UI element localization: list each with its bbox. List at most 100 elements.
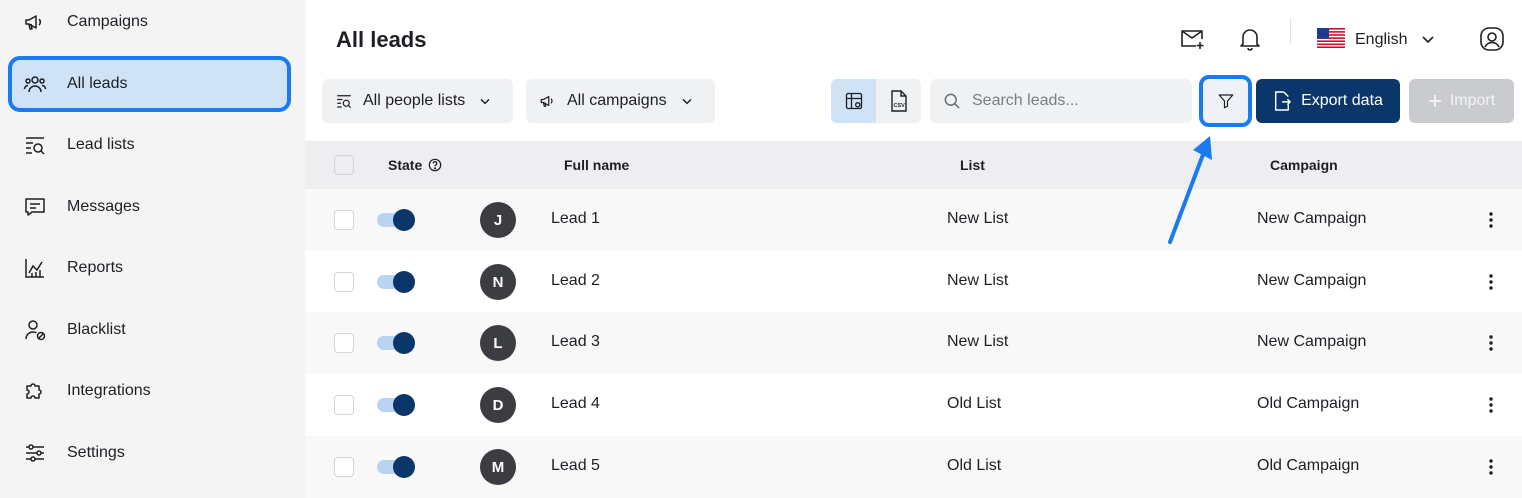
lead-name[interactable]: Lead 4 <box>551 395 600 413</box>
megaphone-icon <box>539 92 557 110</box>
export-data-button[interactable]: Export data <box>1256 79 1400 123</box>
lead-campaign: New Campaign <box>1257 272 1367 289</box>
sidebar-item-integrations[interactable]: Integrations <box>8 363 291 419</box>
us-flag-icon <box>1317 27 1345 53</box>
lead-list: New List <box>947 333 1009 350</box>
search-box <box>930 79 1192 123</box>
state-toggle[interactable] <box>377 394 415 416</box>
row-checkbox[interactable] <box>334 457 354 477</box>
lead-campaign: New Campaign <box>1257 210 1367 227</box>
lead-campaign: Old Campaign <box>1257 395 1360 412</box>
chevron-down-icon <box>681 97 693 105</box>
avatar: J <box>480 202 516 238</box>
chevron-down-icon <box>479 97 491 105</box>
page-title: All leads <box>336 27 427 52</box>
avatar: N <box>480 264 516 300</box>
table-row[interactable]: N Lead 2 New List New Campaign <box>305 251 1522 313</box>
more-options-icon[interactable] <box>1483 455 1499 479</box>
table-row[interactable]: D Lead 4 Old List Old Campaign <box>305 374 1522 436</box>
filter-button[interactable] <box>1199 75 1252 127</box>
sidebar-item-label: Reports <box>67 259 124 276</box>
chevron-down-icon <box>1421 31 1435 49</box>
state-toggle[interactable] <box>377 271 415 293</box>
lead-list: New List <box>947 272 1009 289</box>
more-options-icon[interactable] <box>1483 270 1499 294</box>
import-label: Import <box>1449 92 1496 109</box>
language-selector[interactable]: English <box>1317 26 1435 54</box>
sidebar-item-campaigns[interactable]: Campaigns <box>8 0 291 50</box>
column-header-state-label: State <box>388 157 423 173</box>
lead-name[interactable]: Lead 3 <box>551 333 600 351</box>
more-options-icon[interactable] <box>1483 331 1499 355</box>
row-checkbox[interactable] <box>334 395 354 415</box>
plus-icon <box>1428 94 1442 108</box>
lead-list: Old List <box>947 457 1002 474</box>
sidebar-item-label: All leads <box>67 75 128 92</box>
people-lists-label: All people lists <box>363 92 466 109</box>
csv-file-icon[interactable]: CSV <box>876 79 921 123</box>
lead-name[interactable]: Lead 5 <box>551 457 600 475</box>
select-all-checkbox[interactable] <box>334 155 354 175</box>
table-row[interactable]: L Lead 3 New List New Campaign <box>305 312 1522 374</box>
header-divider <box>1290 18 1291 44</box>
svg-text:CSV: CSV <box>893 103 905 109</box>
campaigns-label: All campaigns <box>567 92 667 109</box>
column-header-campaign[interactable]: Campaign <box>1270 157 1338 173</box>
table-settings-icon[interactable] <box>831 79 876 123</box>
state-toggle[interactable] <box>377 209 415 231</box>
more-options-icon[interactable] <box>1483 393 1499 417</box>
lead-name[interactable]: Lead 1 <box>551 210 600 228</box>
table-row[interactable]: M Lead 5 Old List Old Campaign <box>305 436 1522 498</box>
chat-icon <box>22 194 48 220</box>
people-icon <box>22 71 48 97</box>
list-search-icon <box>22 132 48 158</box>
table-row[interactable]: J Lead 1 New List New Campaign <box>305 189 1522 251</box>
compose-mail-icon[interactable] <box>1178 24 1208 54</box>
lead-name[interactable]: Lead 2 <box>551 272 600 290</box>
column-header-full-name[interactable]: Full name <box>564 157 629 173</box>
lead-list: Old List <box>947 395 1002 412</box>
bell-icon[interactable] <box>1235 24 1265 54</box>
column-header-state[interactable]: State <box>388 157 442 173</box>
export-file-icon <box>1273 91 1291 111</box>
sidebar-item-all-leads[interactable]: All leads <box>8 56 291 112</box>
row-checkbox[interactable] <box>334 333 354 353</box>
state-toggle[interactable] <box>377 332 415 354</box>
row-checkbox[interactable] <box>334 272 354 292</box>
row-checkbox[interactable] <box>334 210 354 230</box>
megaphone-icon <box>22 9 48 35</box>
view-toggle-group: CSV <box>831 79 921 123</box>
avatar: M <box>480 449 516 485</box>
table-header: State Full name List Campaign <box>305 141 1522 189</box>
sidebar-item-reports[interactable]: Reports <box>8 240 291 296</box>
more-options-icon[interactable] <box>1483 208 1499 232</box>
user-blocked-icon <box>22 317 48 343</box>
puzzle-icon <box>22 378 48 404</box>
main-content: All leads English All people lists All c… <box>305 0 1522 498</box>
people-lists-dropdown[interactable]: All people lists <box>322 79 513 123</box>
filter-icon <box>1217 92 1235 110</box>
sidebar-item-lead-lists[interactable]: Lead lists <box>8 117 291 173</box>
state-toggle[interactable] <box>377 456 415 478</box>
lead-campaign: New Campaign <box>1257 333 1367 350</box>
avatar: L <box>480 325 516 361</box>
sidebar: Campaigns All leads Lead lists Messages … <box>0 0 305 498</box>
export-data-label: Export data <box>1301 92 1383 109</box>
search-input[interactable] <box>972 92 1172 110</box>
sidebar-item-messages[interactable]: Messages <box>8 179 291 235</box>
lead-campaign: Old Campaign <box>1257 457 1360 474</box>
sidebar-item-settings[interactable]: Settings <box>8 425 291 481</box>
list-search-icon <box>335 92 353 110</box>
lead-list: New List <box>947 210 1009 227</box>
sidebar-item-label: Integrations <box>67 382 151 399</box>
import-button[interactable]: Import <box>1409 79 1514 123</box>
sidebar-item-label: Campaigns <box>67 13 148 30</box>
help-icon[interactable] <box>428 158 442 172</box>
sidebar-item-blacklist[interactable]: Blacklist <box>8 302 291 358</box>
avatar: D <box>480 387 516 423</box>
campaigns-dropdown[interactable]: All campaigns <box>526 79 715 123</box>
chart-icon <box>22 255 48 281</box>
column-header-list[interactable]: List <box>960 157 985 173</box>
language-label: English <box>1355 31 1408 48</box>
user-profile-icon[interactable] <box>1477 24 1507 54</box>
